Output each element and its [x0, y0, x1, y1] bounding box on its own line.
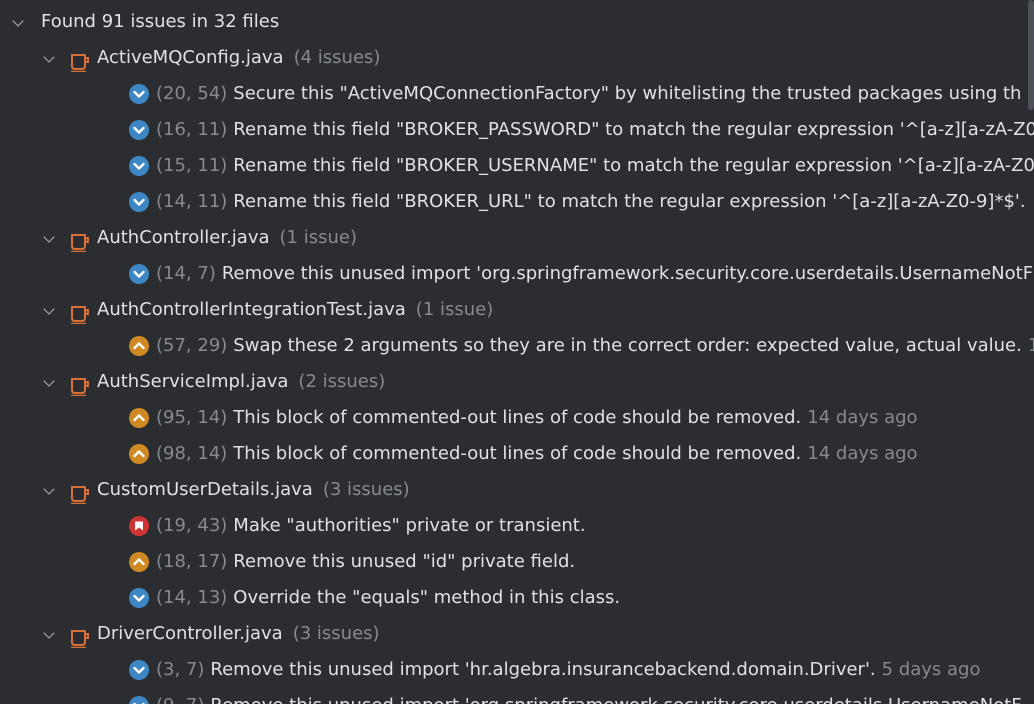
chevron-down-circle-icon [129, 264, 149, 284]
chevron-down-circle-icon [129, 120, 149, 140]
issue-row[interactable]: (95, 14) This block of commented-out line… [0, 400, 1034, 436]
issue-message: This block of commented-out lines of cod… [233, 443, 802, 464]
issue-location: (14, 13) [156, 587, 228, 608]
issue-row[interactable]: (19, 43) Make "authorities" private or tr… [0, 508, 1034, 544]
issue-message: Remove this unused "id" private field. [233, 551, 576, 572]
chevron-up-circle-icon [129, 552, 149, 572]
issue-message: Remove this unused import 'hr.algebra.in… [210, 659, 876, 680]
issue-count: (1 issue) [415, 299, 494, 320]
chevron-down-circle-icon [129, 156, 149, 176]
file-name: AuthServiceImpl.java [97, 371, 289, 392]
issue-message: Secure this "ActiveMQConnectionFactory" … [233, 83, 1022, 104]
file-name: AuthControllerIntegrationTest.java [97, 299, 406, 320]
issue-age: 14 days ago [807, 407, 918, 428]
chevron-up-circle-icon [129, 336, 149, 356]
chevron-down-icon[interactable] [12, 15, 24, 27]
issue-age: 14 days ago [807, 443, 918, 464]
issue-message: Remove this unused import 'org.springfra… [210, 688, 1021, 704]
issue-message: Rename this field "BROKER_PASSWORD" to m… [233, 119, 1034, 140]
issue-age: 1 [1027, 335, 1034, 356]
issue-row[interactable]: (18, 17) Remove this unused "id" private … [0, 544, 1034, 580]
issue-location: (15, 11) [156, 155, 228, 176]
issue-row[interactable]: (3, 7) Remove this unused import 'hr.alge… [0, 652, 1034, 688]
file-row[interactable]: AuthControllerIntegrationTest.java (1 iss… [0, 292, 1034, 328]
chevron-down-icon[interactable] [43, 51, 55, 63]
file-row[interactable]: CustomUserDetails.java (3 issues) [0, 472, 1034, 508]
file-name: ActiveMQConfig.java [97, 47, 284, 68]
java-file-icon [70, 49, 90, 73]
issue-message: Remove this unused import 'org.springfra… [221, 263, 1034, 284]
issue-count: (3 issues) [292, 623, 380, 644]
java-file-icon [70, 625, 90, 649]
file-row[interactable]: AuthController.java (1 issue) [0, 220, 1034, 256]
issue-row[interactable]: (14, 11) Rename this field "BROKER_URL" t… [0, 184, 1034, 220]
issue-location: (14, 7) [156, 263, 216, 284]
file-row[interactable]: DriverController.java (3 issues) [0, 616, 1034, 652]
issue-message: Make "authorities" private or transient. [233, 515, 586, 536]
chevron-down-circle-icon [129, 192, 149, 212]
issue-row[interactable]: (57, 29) Swap these 2 arguments so they a… [0, 328, 1034, 364]
chevron-down-icon[interactable] [43, 483, 55, 495]
summary-label: Found 91 issues in 32 files [41, 11, 280, 32]
issue-row[interactable]: (14, 13) Override the "equals" method in … [0, 580, 1034, 616]
issue-message: Rename this field "BROKER_URL" to match … [233, 191, 1026, 212]
issue-count: (2 issues) [298, 371, 386, 392]
blocker-circle-icon [129, 516, 149, 536]
chevron-down-icon[interactable] [43, 231, 55, 243]
issue-count: (3 issues) [322, 479, 410, 500]
issue-location: (9, 7) [156, 688, 204, 704]
chevron-down-icon[interactable] [43, 375, 55, 387]
issue-message: This block of commented-out lines of cod… [233, 407, 802, 428]
file-row[interactable]: ActiveMQConfig.java (4 issues) [0, 40, 1034, 76]
chevron-down-circle-icon [129, 660, 149, 680]
java-file-icon [70, 373, 90, 397]
issue-location: (98, 14) [156, 443, 228, 464]
java-file-icon [70, 481, 90, 505]
chevron-down-circle-icon [129, 696, 149, 704]
issue-location: (18, 17) [156, 551, 228, 572]
issue-location: (57, 29) [156, 335, 228, 356]
issue-row[interactable]: (16, 11) Rename this field "BROKER_PASSWO… [0, 112, 1034, 148]
chevron-up-circle-icon [129, 444, 149, 464]
issue-message: Swap these 2 arguments so they are in th… [233, 335, 1022, 356]
chevron-down-circle-icon [129, 588, 149, 608]
issue-age: 5 days ago [881, 659, 981, 680]
issue-message: Rename this field "BROKER_USERNAME" to m… [233, 155, 1034, 176]
issue-location: (95, 14) [156, 407, 228, 428]
issue-row[interactable]: (14, 7) Remove this unused import 'org.sp… [0, 256, 1034, 292]
issue-location: (19, 43) [156, 515, 228, 536]
chevron-up-circle-icon [129, 408, 149, 428]
issue-location: (14, 11) [156, 191, 228, 212]
java-file-icon [70, 229, 90, 253]
issue-location: (20, 54) [156, 83, 228, 104]
chevron-down-icon[interactable] [43, 627, 55, 639]
issue-location: (16, 11) [156, 119, 228, 140]
issue-row[interactable]: (9, 7) Remove this unused import 'org.spr… [0, 688, 1034, 704]
issue-count: (4 issues) [293, 47, 381, 68]
issue-row[interactable]: (20, 54) Secure this "ActiveMQConnectionF… [0, 76, 1034, 112]
java-file-icon [70, 301, 90, 325]
issue-count: (1 issue) [279, 227, 357, 248]
scrollbar[interactable] [1028, 0, 1034, 110]
issue-message: Override the "equals" method in this cla… [233, 587, 621, 608]
chevron-down-circle-icon [129, 84, 149, 104]
file-row[interactable]: AuthServiceImpl.java (2 issues) [0, 364, 1034, 400]
issue-row[interactable]: (98, 14) This block of commented-out line… [0, 436, 1034, 472]
file-name: AuthController.java [97, 227, 270, 248]
issue-location: (3, 7) [156, 659, 205, 680]
chevron-down-icon[interactable] [43, 303, 55, 315]
issues-tree: Found 91 issues in 32 files ActiveMQConfi… [0, 0, 1034, 704]
issue-row[interactable]: (15, 11) Rename this field "BROKER_USERNA… [0, 148, 1034, 184]
file-name: DriverController.java [97, 623, 283, 644]
file-name: CustomUserDetails.java [97, 479, 313, 500]
